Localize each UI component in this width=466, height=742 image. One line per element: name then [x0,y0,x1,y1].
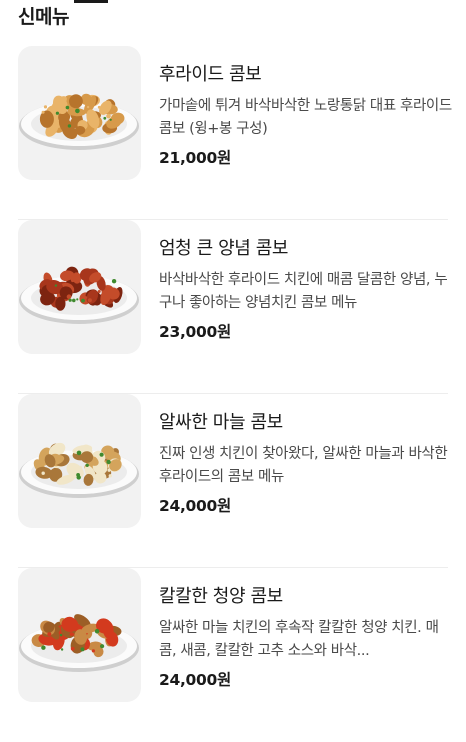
section-title-indicator [74,0,108,3]
menu-item[interactable]: 엄청 큰 양념 콤보 바삭바삭한 후라이드 치킨에 매콤 달콤한 양념, 누구나… [0,219,466,394]
menu-item-name[interactable]: 알싸한 마늘 콤보 [159,408,454,434]
menu-item-price: 23,000원 [159,323,231,341]
seasoned-chicken-plate-image[interactable] [18,220,141,354]
garlic-chicken-plate-image[interactable] [18,394,141,528]
menu-item-description: 가마솥에 튀겨 바삭바삭한 노랑통닭 대표 후라이드 콤보 (윙+봉 구성) [159,98,452,137]
menu-item-price: 24,000원 [159,671,231,689]
menu-item[interactable]: 후라이드 콤보 가마솥에 튀겨 바삭바삭한 노랑통닭 대표 후라이드 콤보 (윙… [0,46,466,220]
menu-item-price: 24,000원 [159,497,231,515]
menu-item[interactable]: 알싸한 마늘 콤보 진짜 인생 치킨이 찾아왔다, 알싸한 마늘과 바삭한 후라… [0,393,466,568]
menu-item-name[interactable]: 칼칼한 청양 콤보 [159,582,454,608]
menu-item-name[interactable]: 엄청 큰 양념 콤보 [159,234,454,260]
fried-chicken-plate-image[interactable] [18,46,141,180]
menu-item[interactable]: 칼칼한 청양 콤보 알싸한 마늘 치킨의 후속작 칼칼한 청양 치킨. 매콤, … [0,567,466,742]
chili-chicken-plate-image[interactable] [18,568,141,702]
menu-list: 후라이드 콤보 가마솥에 튀겨 바삭바삭한 노랑통닭 대표 후라이드 콤보 (윙… [0,46,466,742]
section-title: 신메뉴 [18,6,69,28]
menu-item-description: 진짜 인생 치킨이 찾아왔다, 알싸한 마늘과 바삭한 후라이드의 콤보 메뉴 [159,446,448,485]
menu-item-price: 21,000원 [159,149,231,167]
menu-item-description: 바삭바삭한 후라이드 치킨에 매콤 달콤한 양념, 누구나 좋아하는 양념치킨 … [159,272,448,311]
menu-item-description: 알싸한 마늘 치킨의 후속작 칼칼한 청양 치킨. 매콤, 새콤, 칼칼한 고추… [159,620,439,659]
menu-item-name[interactable]: 후라이드 콤보 [159,60,454,86]
